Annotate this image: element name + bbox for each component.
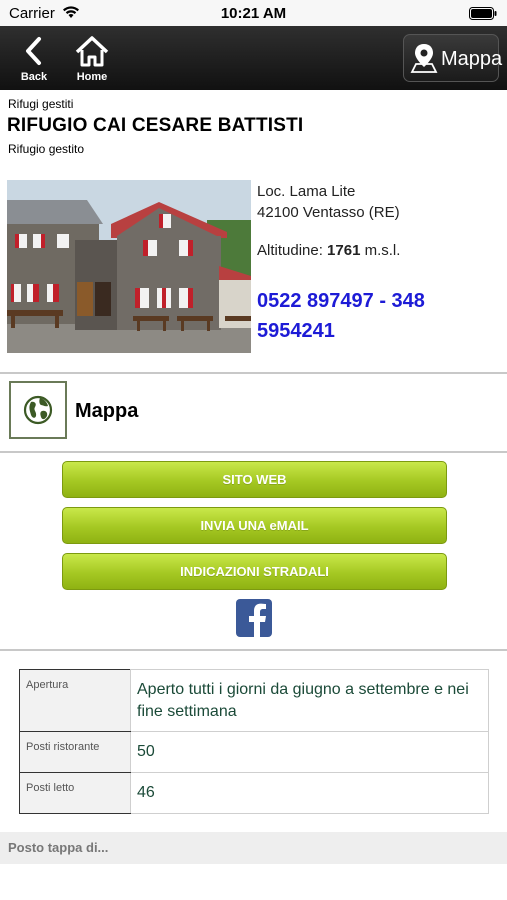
map-row-label: Mappa (75, 400, 139, 422)
table-key: Posti letto (19, 772, 131, 814)
altitude-value: 1761 (327, 242, 361, 259)
map-button-label: Mappa (441, 48, 503, 70)
address-line-1: Loc. Lama Lite (257, 183, 356, 200)
battery-icon (469, 7, 497, 25)
info-table: Apertura Aperto tutti i giorni da giugno… (19, 669, 489, 814)
divider (0, 451, 507, 453)
directions-button[interactable]: INDICAZIONI STRADALI (62, 553, 447, 590)
status-bar: Carrier 10:21 AM (0, 0, 507, 26)
altitude: Altitudine: 1761 m.s.l. (257, 242, 400, 259)
map-pin-icon (410, 42, 438, 79)
page-title: RIFUGIO CAI CESARE BATTISTI (7, 115, 304, 136)
address-line-2: 42100 Ventasso (RE) (257, 204, 400, 221)
website-button[interactable]: SITO WEB (62, 461, 447, 498)
phone-link[interactable]: 0522 897497 - 348 5954241 (257, 286, 497, 346)
table-value: 50 (130, 731, 489, 773)
back-label: Back (20, 71, 48, 83)
section-label: Posto tappa di... (8, 840, 109, 855)
map-thumbnail (9, 381, 67, 439)
email-button[interactable]: INVIA UNA eMAIL (62, 507, 447, 544)
status-time: 10:21 AM (220, 5, 287, 22)
map-button[interactable]: Mappa (403, 34, 503, 82)
table-key: Apertura (19, 669, 131, 732)
map-row[interactable]: Mappa (0, 374, 507, 452)
home-button[interactable]: Home (67, 34, 117, 84)
globe-icon (23, 395, 53, 425)
nav-bar: Back Home Mappa (0, 26, 507, 90)
table-row: Posti ristorante 50 (19, 731, 489, 773)
back-button[interactable]: Back (9, 34, 59, 84)
altitude-unit: m.s.l. (364, 242, 401, 259)
home-label: Home (76, 71, 108, 83)
facebook-icon[interactable] (236, 599, 272, 637)
table-key: Posti ristorante (19, 731, 131, 773)
altitude-label: Altitudine: (257, 242, 323, 259)
refuge-photo (7, 180, 251, 353)
section-header[interactable]: Posto tappa di... (0, 832, 507, 864)
home-icon (75, 36, 109, 67)
table-row: Posti letto 46 (19, 772, 489, 814)
category-label: Rifugi gestiti (8, 97, 74, 111)
back-chevron-icon (26, 37, 41, 65)
table-value: Aperto tutti i giorni da giugno a settem… (130, 669, 489, 732)
table-row: Apertura Aperto tutti i giorni da giugno… (19, 669, 489, 732)
table-value: 46 (130, 772, 489, 814)
divider (0, 649, 507, 651)
subtitle: Rifugio gestito (8, 142, 85, 156)
